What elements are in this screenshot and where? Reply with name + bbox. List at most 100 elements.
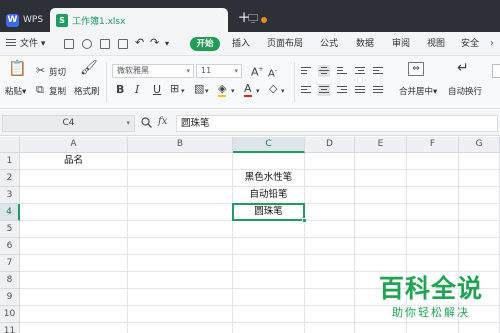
cell-style-icon[interactable]: ▧ xyxy=(194,83,204,95)
merge-center-button[interactable]: 合并居中▾ xyxy=(399,85,437,97)
font-color-dropdown-icon[interactable]: ▾ xyxy=(256,85,260,97)
justify-icon[interactable] xyxy=(354,84,366,96)
column-header-e[interactable]: E xyxy=(355,137,407,153)
cell-e3[interactable] xyxy=(355,187,407,204)
cell-f5[interactable] xyxy=(407,221,459,238)
font-name-select[interactable]: 微软雅黑 ▾ xyxy=(112,64,194,78)
cell-b8[interactable] xyxy=(128,272,233,289)
cell-f4[interactable] xyxy=(407,204,459,221)
more-tabs-icon[interactable]: › xyxy=(490,38,494,49)
underline-button[interactable]: U xyxy=(153,84,161,96)
formula-input[interactable]: 圆珠笔 xyxy=(176,115,498,132)
border-icon[interactable]: ⊞ xyxy=(170,83,179,95)
tab-security[interactable]: 安全 xyxy=(461,37,479,51)
column-header-g[interactable]: G xyxy=(459,137,500,153)
paste-button[interactable]: 粘贴▾ xyxy=(5,85,26,97)
cell-d4[interactable] xyxy=(305,204,355,221)
fill-handle[interactable] xyxy=(302,218,307,223)
cell-c3[interactable]: 自动铅笔 xyxy=(233,187,305,204)
column-header-c[interactable]: C xyxy=(233,137,305,153)
cell-d5[interactable] xyxy=(305,221,355,238)
ribbon-overflow[interactable] xyxy=(492,64,500,78)
cell-a6[interactable] xyxy=(20,238,128,255)
cell-a9[interactable] xyxy=(20,289,128,306)
cell-d9[interactable] xyxy=(305,289,355,306)
cell-c9[interactable] xyxy=(233,289,305,306)
tab-review[interactable]: 审阅 xyxy=(392,37,410,51)
cell-d10[interactable] xyxy=(305,306,355,323)
cell-e1[interactable] xyxy=(355,153,407,170)
cell-d11[interactable] xyxy=(305,323,355,333)
cell-b5[interactable] xyxy=(128,221,233,238)
cell-f2[interactable] xyxy=(407,170,459,187)
cell-c6[interactable] xyxy=(233,238,305,255)
cell-f6[interactable] xyxy=(407,238,459,255)
cell-c4[interactable]: 圆珠笔 xyxy=(232,203,305,221)
tab-wps-home[interactable]: W WPS xyxy=(0,8,48,32)
copy-button[interactable]: 复制 xyxy=(49,85,66,97)
column-header-f[interactable]: F xyxy=(407,137,459,153)
format-painter-button[interactable]: 格式刷 xyxy=(74,85,100,97)
align-bottom-icon[interactable] xyxy=(336,65,348,77)
merge-center-icon[interactable]: ⇔ xyxy=(408,62,424,76)
cell-e4[interactable] xyxy=(355,204,407,221)
cell-c1[interactable] xyxy=(233,153,305,170)
row-header-4[interactable]: 4 xyxy=(0,204,20,221)
cell-a4[interactable] xyxy=(20,204,128,221)
cell-b6[interactable] xyxy=(128,238,233,255)
cell-b4[interactable] xyxy=(128,204,233,221)
cell-g5[interactable] xyxy=(459,221,500,238)
cell-a1[interactable]: 品名 xyxy=(20,153,128,170)
cell-c5[interactable] xyxy=(233,221,305,238)
row-header-2[interactable]: 2 xyxy=(0,170,20,187)
quick-access-more-icon[interactable]: ▾ xyxy=(165,37,169,51)
clear-format-dropdown-icon[interactable]: ▾ xyxy=(281,85,285,97)
row-header-1[interactable]: 1 xyxy=(0,153,20,170)
cut-icon[interactable]: ✂ xyxy=(36,65,45,77)
cell-d8[interactable] xyxy=(305,272,355,289)
border-dropdown-icon[interactable]: ▾ xyxy=(181,85,185,97)
cell-b10[interactable] xyxy=(128,306,233,323)
grow-font-button[interactable]: A+ xyxy=(251,64,264,79)
column-header-a[interactable]: A xyxy=(20,137,128,153)
tab-view[interactable]: 视图 xyxy=(427,37,445,51)
cell-a8[interactable] xyxy=(20,272,128,289)
cell-d7[interactable] xyxy=(305,255,355,272)
tab-insert[interactable]: 插入 xyxy=(232,37,250,51)
insert-function-button[interactable]: fx xyxy=(158,116,167,127)
cell-d1[interactable] xyxy=(305,153,355,170)
cell-d2[interactable] xyxy=(305,170,355,187)
row-header-8[interactable]: 8 xyxy=(0,272,20,289)
font-color-icon[interactable]: A xyxy=(244,83,252,97)
redo-icon[interactable]: ↷ xyxy=(150,36,159,50)
cell-a5[interactable] xyxy=(20,221,128,238)
cell-g1[interactable] xyxy=(459,153,500,170)
zoom-icon[interactable] xyxy=(141,117,152,131)
italic-button[interactable]: I xyxy=(135,84,139,96)
clear-format-icon[interactable]: ◇ xyxy=(269,83,277,95)
export-pdf-icon[interactable] xyxy=(82,39,92,49)
fill-color-dropdown-icon[interactable]: ▾ xyxy=(231,85,235,97)
cell-c10[interactable] xyxy=(233,306,305,323)
paste-icon[interactable]: 📋 xyxy=(8,61,27,76)
cell-a11[interactable] xyxy=(20,323,128,333)
tab-document[interactable]: S 工作簿1.xlsx xyxy=(50,8,267,32)
align-right-icon[interactable] xyxy=(336,84,348,96)
cell-style-dropdown-icon[interactable]: ▾ xyxy=(205,85,209,97)
cell-a3[interactable] xyxy=(20,187,128,204)
cell-c7[interactable] xyxy=(233,255,305,272)
cell-a10[interactable] xyxy=(20,306,128,323)
cell-d6[interactable] xyxy=(305,238,355,255)
undo-icon[interactable]: ↶ xyxy=(135,36,144,50)
copy-icon[interactable]: ⧉ xyxy=(36,84,44,96)
name-box[interactable]: C4 ▾ xyxy=(2,115,135,132)
select-all-corner[interactable] xyxy=(0,137,20,153)
cell-g2[interactable] xyxy=(459,170,500,187)
row-header-5[interactable]: 5 xyxy=(0,221,20,238)
tab-formulas[interactable]: 公式 xyxy=(320,37,338,51)
cell-f1[interactable] xyxy=(407,153,459,170)
indent-decrease-icon[interactable] xyxy=(354,65,366,77)
column-header-b[interactable]: B xyxy=(128,137,233,153)
cell-c11[interactable] xyxy=(233,323,305,333)
cell-d3[interactable] xyxy=(305,187,355,204)
